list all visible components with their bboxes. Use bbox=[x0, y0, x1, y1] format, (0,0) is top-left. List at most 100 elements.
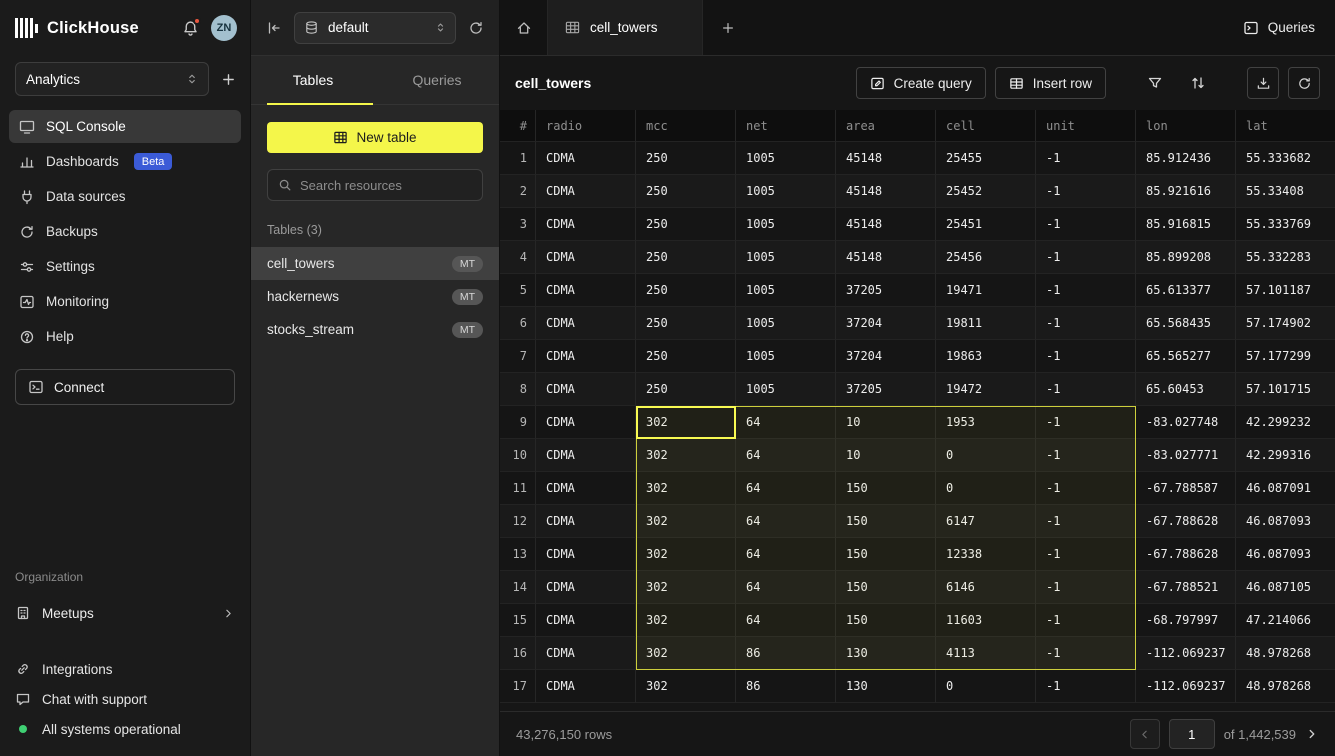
grid-cell[interactable]: 85.899208 bbox=[1136, 241, 1236, 274]
grid-cell[interactable]: 6147 bbox=[936, 505, 1036, 538]
column-header-unit[interactable]: unit bbox=[1036, 110, 1136, 142]
grid-cell[interactable]: 64 bbox=[736, 538, 836, 571]
grid-cell[interactable]: 10 bbox=[836, 406, 936, 439]
sidebar-item-dashboards[interactable]: Dashboards Beta bbox=[9, 145, 241, 178]
grid-cell[interactable]: 55.33408 bbox=[1236, 175, 1335, 208]
grid-cell[interactable]: 45148 bbox=[836, 175, 936, 208]
grid-cell[interactable]: 302 bbox=[636, 604, 736, 637]
search-input[interactable] bbox=[300, 178, 472, 193]
page-number-input[interactable] bbox=[1169, 719, 1215, 749]
grid-cell[interactable]: -67.788521 bbox=[1136, 571, 1236, 604]
grid-cell[interactable]: -1 bbox=[1036, 538, 1136, 571]
grid-cell[interactable]: CDMA bbox=[536, 670, 636, 703]
grid-cell[interactable]: CDMA bbox=[536, 406, 636, 439]
grid-cell[interactable]: 45148 bbox=[836, 241, 936, 274]
list-item-cell-towers[interactable]: cell_towers MT bbox=[251, 247, 499, 280]
grid-cell[interactable]: 47.214066 bbox=[1236, 604, 1335, 637]
row-number-cell[interactable]: 14 bbox=[500, 571, 536, 604]
grid-cell[interactable]: CDMA bbox=[536, 142, 636, 175]
row-number-cell[interactable]: 3 bbox=[500, 208, 536, 241]
collapse-panel-button[interactable] bbox=[266, 20, 282, 36]
grid-cell[interactable]: 57.101187 bbox=[1236, 274, 1335, 307]
grid-cell[interactable]: 1005 bbox=[736, 307, 836, 340]
row-number-cell[interactable]: 5 bbox=[500, 274, 536, 307]
sidebar-item-integrations[interactable]: Integrations bbox=[15, 656, 235, 682]
row-number-cell[interactable]: 13 bbox=[500, 538, 536, 571]
grid-cell[interactable]: 4113 bbox=[936, 637, 1036, 670]
grid-cell[interactable]: 42.299232 bbox=[1236, 406, 1335, 439]
list-item-hackernews[interactable]: hackernews MT bbox=[251, 280, 499, 313]
row-number-cell[interactable]: 15 bbox=[500, 604, 536, 637]
grid-cell[interactable]: 42.299316 bbox=[1236, 439, 1335, 472]
grid-cell[interactable]: 64 bbox=[736, 505, 836, 538]
create-query-button[interactable]: Create query bbox=[856, 67, 986, 99]
grid-cell[interactable]: 150 bbox=[836, 472, 936, 505]
grid-cell[interactable]: 57.101715 bbox=[1236, 373, 1335, 406]
tab-queries[interactable]: Queries bbox=[375, 56, 499, 104]
grid-cell[interactable]: 11603 bbox=[936, 604, 1036, 637]
row-number-cell[interactable]: 12 bbox=[500, 505, 536, 538]
grid-cell[interactable]: 37204 bbox=[836, 340, 936, 373]
grid-cell[interactable]: 85.916815 bbox=[1136, 208, 1236, 241]
grid-cell[interactable]: 150 bbox=[836, 505, 936, 538]
grid-cell[interactable]: 55.333769 bbox=[1236, 208, 1335, 241]
grid-cell[interactable]: -67.788587 bbox=[1136, 472, 1236, 505]
grid-cell[interactable]: -1 bbox=[1036, 571, 1136, 604]
grid-cell[interactable]: 46.087093 bbox=[1236, 538, 1335, 571]
grid-cell[interactable]: 250 bbox=[636, 274, 736, 307]
grid-cell[interactable]: 65.565277 bbox=[1136, 340, 1236, 373]
grid-cell[interactable]: -1 bbox=[1036, 208, 1136, 241]
grid-cell[interactable]: 302 bbox=[636, 505, 736, 538]
grid-cell[interactable]: -1 bbox=[1036, 373, 1136, 406]
grid-cell[interactable]: 302 bbox=[636, 439, 736, 472]
grid-cell[interactable]: -1 bbox=[1036, 406, 1136, 439]
grid-cell[interactable]: 19811 bbox=[936, 307, 1036, 340]
sidebar-item-chat-support[interactable]: Chat with support bbox=[15, 686, 235, 712]
grid-cell[interactable]: 1005 bbox=[736, 142, 836, 175]
grid-cell[interactable]: 57.177299 bbox=[1236, 340, 1335, 373]
grid-cell[interactable]: 37205 bbox=[836, 373, 936, 406]
sidebar-item-meetups[interactable]: Meetups bbox=[15, 596, 235, 630]
grid-cell[interactable]: -1 bbox=[1036, 505, 1136, 538]
grid-cell[interactable]: 302 bbox=[636, 472, 736, 505]
grid-cell[interactable]: 1005 bbox=[736, 274, 836, 307]
grid-cell[interactable]: 130 bbox=[836, 670, 936, 703]
grid-cell[interactable]: CDMA bbox=[536, 439, 636, 472]
row-number-cell[interactable]: 9 bbox=[500, 406, 536, 439]
grid-cell[interactable]: 302 bbox=[636, 670, 736, 703]
row-number-cell[interactable]: 7 bbox=[500, 340, 536, 373]
grid-cell[interactable]: 1005 bbox=[736, 241, 836, 274]
refresh-resources-button[interactable] bbox=[468, 20, 484, 36]
grid-cell[interactable]: 25455 bbox=[936, 142, 1036, 175]
sidebar-item-monitoring[interactable]: Monitoring bbox=[9, 285, 241, 318]
grid-cell[interactable]: 19471 bbox=[936, 274, 1036, 307]
sidebar-item-settings[interactable]: Settings bbox=[9, 250, 241, 283]
grid-cell[interactable]: 37204 bbox=[836, 307, 936, 340]
grid-cell[interactable]: 64 bbox=[736, 604, 836, 637]
column-header-area[interactable]: area bbox=[836, 110, 936, 142]
grid-cell[interactable]: 86 bbox=[736, 670, 836, 703]
grid-cell[interactable]: -112.069237 bbox=[1136, 670, 1236, 703]
grid-cell[interactable]: 65.613377 bbox=[1136, 274, 1236, 307]
column-header-row-number[interactable]: # bbox=[500, 110, 536, 142]
grid-cell[interactable]: CDMA bbox=[536, 307, 636, 340]
grid-cell[interactable]: 10 bbox=[836, 439, 936, 472]
grid-cell[interactable]: 130 bbox=[836, 637, 936, 670]
grid-cell[interactable]: CDMA bbox=[536, 571, 636, 604]
grid-cell[interactable]: 19863 bbox=[936, 340, 1036, 373]
grid-cell[interactable]: -68.797997 bbox=[1136, 604, 1236, 637]
grid-cell[interactable]: 0 bbox=[936, 472, 1036, 505]
grid-cell[interactable]: -1 bbox=[1036, 637, 1136, 670]
grid-cell[interactable]: 64 bbox=[736, 406, 836, 439]
grid-cell[interactable]: -1 bbox=[1036, 274, 1136, 307]
row-number-cell[interactable]: 4 bbox=[500, 241, 536, 274]
tab-tables[interactable]: Tables bbox=[251, 56, 375, 104]
grid-cell[interactable]: 302 bbox=[636, 538, 736, 571]
grid-cell[interactable]: 302 bbox=[636, 406, 736, 439]
insert-row-button[interactable]: Insert row bbox=[995, 67, 1106, 99]
grid-cell[interactable]: 250 bbox=[636, 340, 736, 373]
grid-cell[interactable]: 55.332283 bbox=[1236, 241, 1335, 274]
column-header-cell[interactable]: cell bbox=[936, 110, 1036, 142]
grid-cell[interactable]: 64 bbox=[736, 571, 836, 604]
grid-cell[interactable]: 25451 bbox=[936, 208, 1036, 241]
